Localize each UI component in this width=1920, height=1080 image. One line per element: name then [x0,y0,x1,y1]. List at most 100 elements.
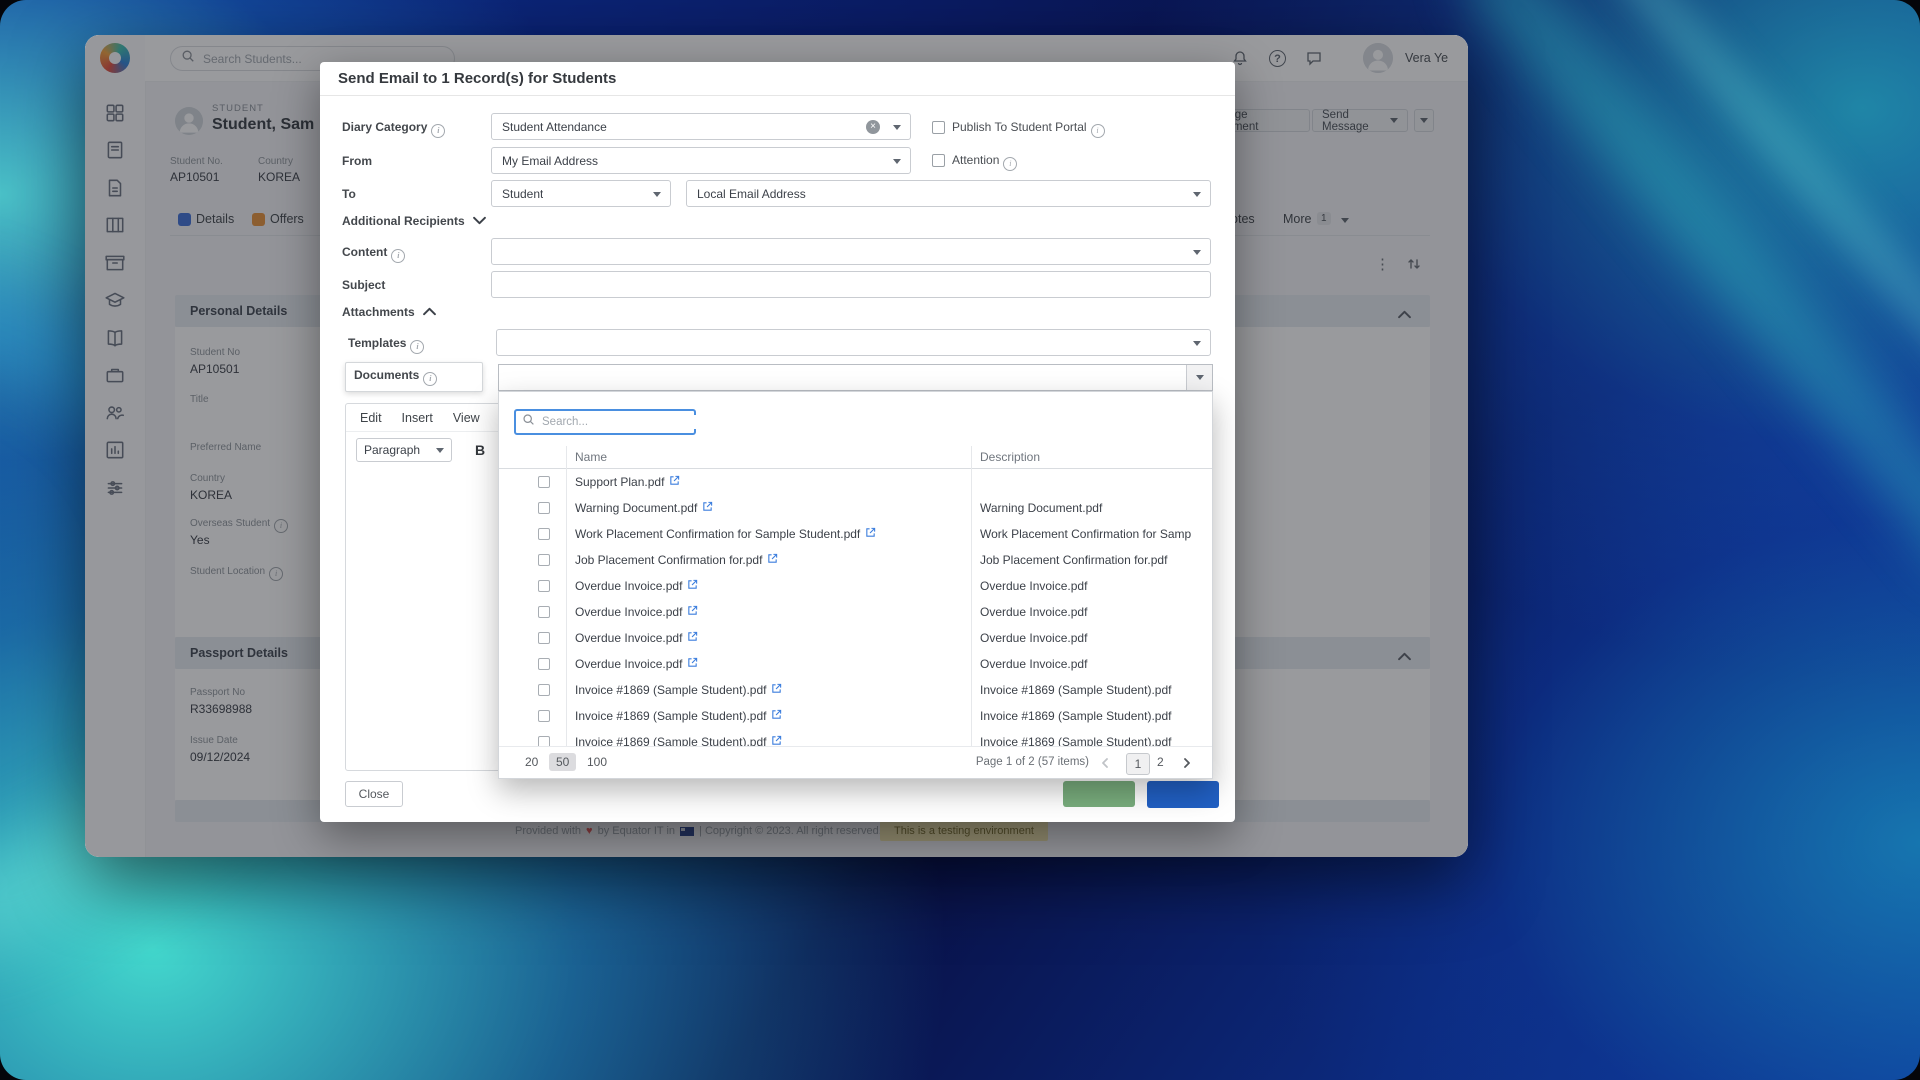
publish-to-portal-checkbox[interactable] [932,121,945,134]
row-checkbox[interactable] [538,736,550,746]
additional-recipients-toggle[interactable]: Additional Recipients [342,214,486,228]
table-row[interactable]: Support Plan.pdf [499,469,1212,495]
chevron-down-icon [436,448,444,453]
diary-category-select[interactable]: Student Attendance [491,113,911,140]
paragraph-style-select[interactable]: Paragraph [356,438,452,462]
chevron-left-icon[interactable] [1099,756,1111,774]
table-row[interactable]: Overdue Invoice.pdfOverdue Invoice.pdf [499,573,1212,599]
external-link-icon[interactable] [702,501,713,515]
row-checkbox[interactable] [538,684,550,696]
send-email-modal: Send Email to 1 Record(s) for Students D… [320,62,1235,822]
documents-dropdown-panel: Name Description Support Plan.pdf Warnin… [498,391,1213,779]
external-link-icon[interactable] [669,475,680,489]
external-link-icon[interactable] [687,579,698,593]
documents-rows: Support Plan.pdf Warning Document.pdfWar… [499,469,1212,746]
row-checkbox[interactable] [538,632,550,644]
chevron-down-icon [1196,375,1204,380]
attention-label: Attention [952,153,1017,171]
templates-select[interactable] [496,329,1211,356]
close-button[interactable]: Close [345,781,403,807]
external-link-icon[interactable] [687,605,698,619]
info-icon[interactable] [423,372,437,386]
row-checkbox[interactable] [538,476,550,488]
page-size-100[interactable]: 100 [587,755,607,769]
chevron-down-icon [893,125,901,130]
external-link-icon[interactable] [767,553,778,567]
table-row[interactable]: Overdue Invoice.pdfOverdue Invoice.pdf [499,625,1212,651]
row-checkbox[interactable] [538,658,550,670]
external-link-icon[interactable] [771,709,782,723]
pagination-info: Page 1 of 2 (57 items) [919,756,1089,768]
documents-pagination: 20 50 100 Page 1 of 2 (57 items) 1 2 [499,746,1212,779]
page-size-50[interactable]: 50 [549,753,576,771]
content-select[interactable] [491,238,1211,265]
publish-to-portal-label: Publish To Student Portal [952,120,1105,138]
clear-selection-icon[interactable] [866,120,880,134]
attention-checkbox[interactable] [932,154,945,167]
templates-label: Templates [348,336,424,354]
external-link-icon[interactable] [771,735,782,746]
diary-category-label: Diary Category [342,120,445,138]
menu-edit[interactable]: Edit [360,411,382,425]
content-label: Content [342,245,405,263]
bold-button[interactable]: B [468,442,492,458]
page-1-button[interactable]: 1 [1126,753,1150,775]
chevron-down-icon [473,214,486,228]
subject-label: Subject [342,278,385,292]
documents-table-header: Name Description [499,446,1212,469]
send-button[interactable] [1147,781,1219,808]
info-icon[interactable] [410,340,424,354]
external-link-icon[interactable] [771,683,782,697]
row-checkbox[interactable] [538,580,550,592]
subject-input[interactable] [491,271,1211,298]
table-row[interactable]: Work Placement Confirmation for Sample S… [499,521,1212,547]
combobox-dropdown-button[interactable] [1186,365,1212,390]
documents-label-box: Documents [345,362,483,392]
row-checkbox[interactable] [538,502,550,514]
chevron-down-icon [893,159,901,164]
chevron-up-icon [423,305,436,319]
table-row[interactable]: Overdue Invoice.pdfOverdue Invoice.pdf [499,651,1212,677]
info-icon[interactable] [431,124,445,138]
table-row[interactable]: Overdue Invoice.pdfOverdue Invoice.pdf [499,599,1212,625]
info-icon[interactable] [391,249,405,263]
row-checkbox[interactable] [538,554,550,566]
to-select[interactable]: Student [491,180,671,207]
menu-insert[interactable]: Insert [402,411,433,425]
table-row[interactable]: Invoice #1869 (Sample Student).pdfInvoic… [499,729,1212,746]
table-row[interactable]: Warning Document.pdfWarning Document.pdf [499,495,1212,521]
external-link-icon[interactable] [865,527,876,541]
column-description: Description [980,450,1040,464]
info-icon[interactable] [1003,157,1017,171]
external-link-icon[interactable] [687,657,698,671]
modal-header: Send Email to 1 Record(s) for Students [320,62,1235,96]
from-select[interactable]: My Email Address [491,147,911,174]
table-row[interactable]: Invoice #1869 (Sample Student).pdfInvoic… [499,677,1212,703]
menu-view[interactable]: View [453,411,480,425]
row-checkbox[interactable] [538,606,550,618]
attachments-toggle[interactable]: Attachments [342,305,436,319]
documents-search-input[interactable] [540,415,698,429]
table-row[interactable]: Invoice #1869 (Sample Student).pdfInvoic… [499,703,1212,729]
chevron-down-icon [1193,341,1201,346]
secondary-action-button[interactable] [1063,781,1135,807]
search-icon [522,413,535,431]
info-icon[interactable] [1091,124,1105,138]
modal-title: Send Email to 1 Record(s) for Students [338,70,616,87]
column-name: Name [575,450,607,464]
page-size-20[interactable]: 20 [525,755,538,769]
to-address-select[interactable]: Local Email Address [686,180,1211,207]
documents-search[interactable] [514,409,696,435]
documents-combobox[interactable] [498,364,1213,391]
chevron-down-icon [653,192,661,197]
chevron-down-icon [1193,192,1201,197]
page-2-button[interactable]: 2 [1157,755,1164,769]
from-label: From [342,154,372,168]
chevron-right-icon[interactable] [1181,756,1193,774]
table-row[interactable]: Job Placement Confirmation for.pdfJob Pl… [499,547,1212,573]
row-checkbox[interactable] [538,710,550,722]
row-checkbox[interactable] [538,528,550,540]
external-link-icon[interactable] [687,631,698,645]
documents-label: Documents [354,368,437,386]
chevron-down-icon [1193,250,1201,255]
